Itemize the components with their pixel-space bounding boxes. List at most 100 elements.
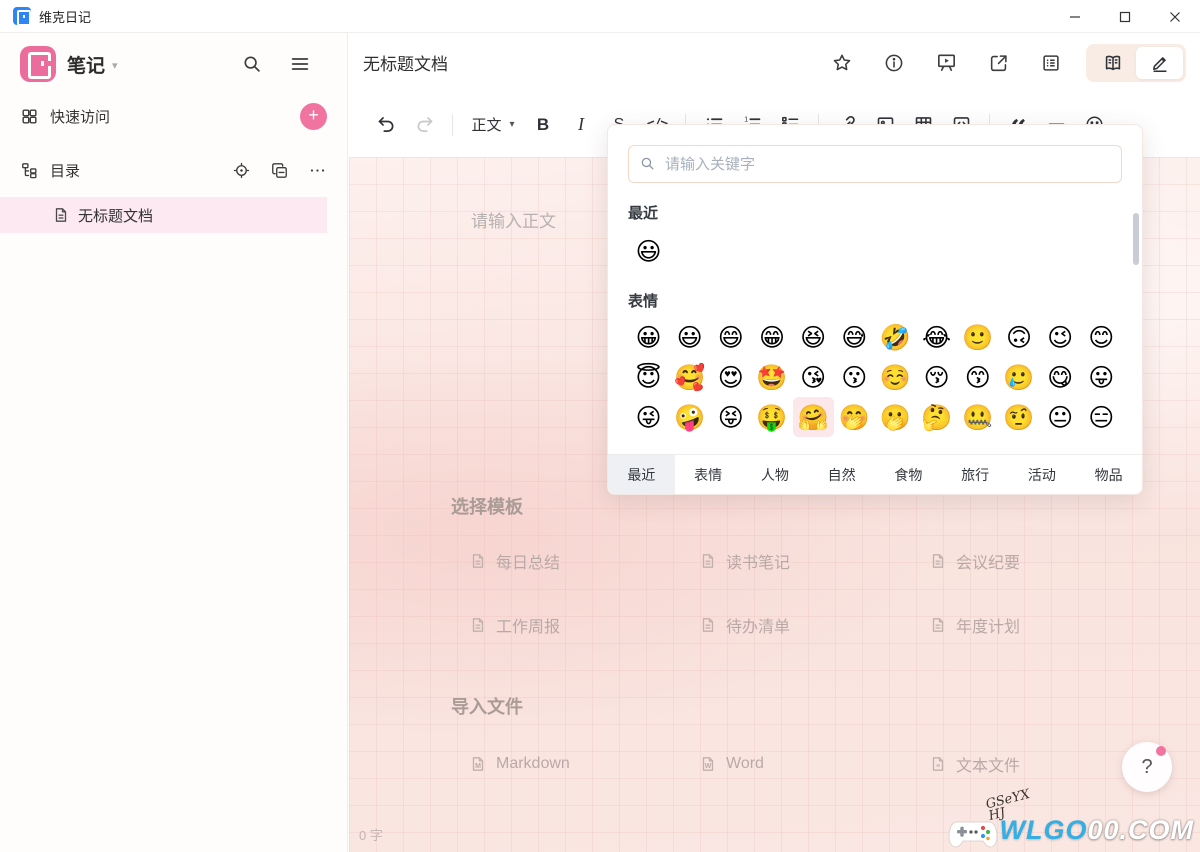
redo-button[interactable]	[405, 107, 443, 143]
emoji-tab[interactable]: 物品	[1075, 455, 1142, 494]
emoji[interactable]: 🤭	[834, 397, 875, 437]
add-note-button[interactable]: +	[300, 103, 327, 130]
read-mode-button[interactable]	[1089, 47, 1136, 79]
maximize-button[interactable]	[1100, 0, 1150, 33]
emoji[interactable]: 😁	[752, 317, 793, 357]
import-item[interactable]: W Word	[700, 752, 930, 776]
emoji[interactable]: 😋	[1040, 357, 1081, 397]
emoji[interactable]: 😉	[1040, 317, 1081, 357]
emoji[interactable]: 🤪	[669, 397, 710, 437]
emoji[interactable]: 🤩	[752, 357, 793, 397]
emoji[interactable]: 😂	[916, 317, 957, 357]
emoji[interactable]: 🤑	[752, 397, 793, 437]
watermark-text-white: 00.COM	[1087, 815, 1194, 845]
import-item[interactable]: M Markdown	[470, 752, 700, 776]
watermark-text-blue: WLGO	[999, 815, 1087, 845]
emoji[interactable]: 😅	[834, 317, 875, 357]
scrollbar-thumb[interactable]	[1133, 213, 1139, 265]
favorite-star-icon[interactable]	[831, 52, 853, 74]
mode-toggle	[1086, 44, 1186, 82]
menu-icon[interactable]	[289, 53, 311, 75]
emoji[interactable]: 🤔	[916, 397, 957, 437]
emoji[interactable]: 😊	[1081, 317, 1122, 357]
emoji[interactable]: 🙃	[999, 317, 1040, 357]
template-grid: 每日总结 读书笔记 会议纪要 工作周报 待办清单	[470, 549, 1160, 637]
smileys-heading: 表情	[628, 290, 1122, 311]
outline-icon[interactable]	[1040, 52, 1062, 74]
emoji[interactable]: 🤐	[957, 397, 998, 437]
share-export-icon[interactable]	[988, 52, 1010, 74]
emoji-tab[interactable]: 自然	[808, 455, 875, 494]
emoji[interactable]: 🫢	[875, 397, 916, 437]
emoji-tab[interactable]: 旅行	[942, 455, 1009, 494]
template-item[interactable]: 读书笔记	[700, 549, 930, 573]
presentation-icon[interactable]	[935, 51, 958, 74]
emoji-tab[interactable]: 活动	[1009, 455, 1076, 494]
emoji[interactable]: 😚	[916, 357, 957, 397]
notebook-icon	[20, 46, 56, 82]
emoji[interactable]: ☺️	[875, 357, 916, 397]
emoji[interactable]: 😑	[1081, 397, 1122, 437]
edit-mode-button[interactable]	[1136, 47, 1183, 79]
emoji-tab[interactable]: 人物	[742, 455, 809, 494]
undo-button[interactable]	[367, 107, 405, 143]
search-icon[interactable]	[241, 53, 263, 75]
emoji-tab[interactable]: 最近	[608, 455, 675, 494]
emoji-category-tabs: 最近表情人物自然食物旅行活动物品	[608, 454, 1142, 494]
emoji[interactable]: 🥲	[999, 357, 1040, 397]
bold-button[interactable]: B	[524, 107, 562, 143]
workspace-title[interactable]: 笔记	[67, 51, 105, 78]
template-item[interactable]: 每日总结	[470, 549, 700, 573]
emoji[interactable]: 😇	[628, 357, 669, 397]
emoji[interactable]: 🥰	[669, 357, 710, 397]
emoji[interactable]: 😙	[957, 357, 998, 397]
emoji[interactable]: 😆	[793, 317, 834, 357]
template-item[interactable]: 待办清单	[700, 613, 930, 637]
close-button[interactable]	[1150, 0, 1200, 33]
emoji[interactable]: 😃	[669, 317, 710, 357]
emoji[interactable]: 🤣	[875, 317, 916, 357]
emoji-tab[interactable]: 食物	[875, 455, 942, 494]
collapse-panels-icon[interactable]	[270, 161, 289, 180]
titlebar: 维克日记	[0, 0, 1200, 33]
emoji[interactable]: 🤗	[793, 397, 834, 437]
directory-row[interactable]: 目录	[0, 149, 347, 191]
emoji[interactable]: 😜	[628, 397, 669, 437]
template-item[interactable]: 会议纪要	[930, 549, 1160, 573]
document-item-selected[interactable]: 无标题文档	[0, 197, 327, 233]
quick-access-row[interactable]: 快速访问 +	[0, 95, 347, 137]
minimize-button[interactable]	[1050, 0, 1100, 33]
paragraph-style-dropdown[interactable]: 正文▾	[462, 107, 524, 143]
italic-button[interactable]: I	[562, 107, 600, 143]
emoji[interactable]: 😐	[1040, 397, 1081, 437]
file-icon: ≡	[930, 756, 946, 772]
emoji[interactable]: 🤨	[999, 397, 1040, 437]
emoji[interactable]: 😍	[710, 357, 751, 397]
emoji[interactable]: 😗	[834, 357, 875, 397]
templates-heading: 选择模板	[451, 493, 523, 519]
svg-text:1: 1	[744, 116, 748, 123]
document-icon	[470, 617, 486, 633]
body-placeholder: 请输入正文	[471, 207, 556, 232]
document-title[interactable]: 无标题文档	[363, 50, 448, 75]
info-icon[interactable]	[883, 52, 905, 74]
template-item[interactable]: 工作周报	[470, 613, 700, 637]
template-item[interactable]: 年度计划	[930, 613, 1160, 637]
locate-icon[interactable]	[232, 161, 251, 180]
emoji-tab[interactable]: 表情	[675, 455, 742, 494]
emoji-picker: 最近 😃 表情 😀😃😄😁😆😅🤣😂🙂🙃😉😊😇🥰😍🤩😘😗☺️😚😙🥲😋😛😜🤪😝🤑🤗🤭🫢…	[607, 124, 1143, 495]
help-button[interactable]: ?	[1122, 742, 1172, 792]
chevron-down-icon: ▾	[509, 119, 514, 130]
emoji[interactable]: 😀	[628, 317, 669, 357]
emoji[interactable]: 😝	[710, 397, 751, 437]
more-icon[interactable]	[308, 161, 327, 180]
emoji[interactable]: 😛	[1081, 357, 1122, 397]
site-watermark: WLGO00.COM	[947, 810, 1194, 850]
emoji[interactable]: 😃	[628, 231, 669, 271]
emoji[interactable]: 😘	[793, 357, 834, 397]
emoji-search-input[interactable]	[628, 145, 1122, 183]
chevron-down-icon[interactable]: ▾	[112, 59, 118, 72]
emoji[interactable]: 😄	[710, 317, 751, 357]
import-grid: M Markdown W Word ≡	[470, 752, 1160, 776]
emoji[interactable]: 🙂	[957, 317, 998, 357]
